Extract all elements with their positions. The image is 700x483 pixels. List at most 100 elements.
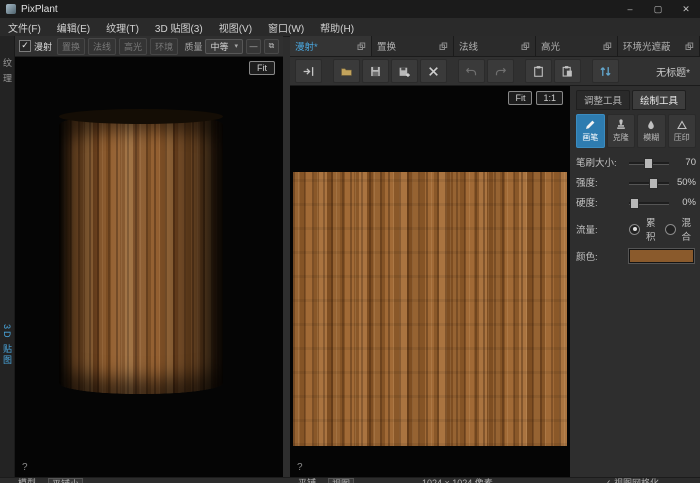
brush-size-row: 笔刷大小: 70 <box>576 155 696 169</box>
flow-blend-label[interactable]: 混合 <box>682 215 692 243</box>
detach-icon <box>603 42 612 51</box>
slider-handle[interactable] <box>630 198 639 209</box>
document-title: 无标题* <box>656 64 695 79</box>
pixplant-window: PixPlant – ▢ ✕ 文件(F) 编辑(E) 纹理(T) 3D 贴图(3… <box>0 0 700 483</box>
flow-accumulate-radio[interactable] <box>629 224 640 235</box>
preview-3d-viewport[interactable]: Fit ? <box>15 57 283 478</box>
sync-arrows-icon <box>599 65 612 78</box>
image-size-status: 1024 × 1024 像素 <box>422 478 493 483</box>
menu-window[interactable]: 窗口(W) <box>260 18 312 36</box>
menu-texture[interactable]: 纹理(T) <box>98 18 147 36</box>
close-map-button[interactable] <box>420 59 447 83</box>
hardness-slider[interactable] <box>629 197 669 208</box>
save-button[interactable] <box>362 59 389 83</box>
paint-tools-row: 画笔 克隆 模糊 压印 <box>576 114 696 148</box>
strength-slider[interactable] <box>629 177 669 188</box>
help-icon-3d[interactable]: ? <box>22 462 28 473</box>
save-as-button[interactable] <box>391 59 418 83</box>
strength-label: 强度: <box>576 175 626 189</box>
slider-handle[interactable] <box>644 158 653 169</box>
map-tab-diffuse[interactable]: 漫射* <box>290 36 372 56</box>
maximize-button[interactable]: ▢ <box>644 0 672 18</box>
flow-row: 流量: 累积 混合 <box>576 215 696 243</box>
collapse-panel-button[interactable]: — <box>246 39 261 54</box>
actual-size-button[interactable]: 1:1 <box>536 91 563 105</box>
window-controls: – ▢ ✕ <box>616 0 700 18</box>
detach-icon <box>521 42 530 51</box>
tools-sidebar: 调整工具 绘制工具 画笔 克隆 模糊 <box>572 86 700 478</box>
map-tab-normal[interactable]: 法线 <box>454 36 536 56</box>
sync-maps-button[interactable] <box>592 59 619 83</box>
redo-icon <box>494 65 507 78</box>
side-tab-texture[interactable]: 纹 理 <box>1 58 14 85</box>
fit-button-3d[interactable]: Fit <box>249 61 275 75</box>
slider-handle[interactable] <box>649 178 658 189</box>
flow-blend-radio[interactable] <box>665 224 676 235</box>
tab-adjust-tools[interactable]: 调整工具 <box>576 90 630 110</box>
brush-icon <box>584 119 596 131</box>
hardness-row: 硬度: 0% <box>576 195 696 209</box>
normal-toggle[interactable]: 法线 <box>88 38 116 55</box>
side-strip: 纹 理 3D 贴图 <box>0 36 15 478</box>
map-toolbar: 无标题* <box>290 57 700 86</box>
model-select[interactable]: 平铺小 <box>48 478 83 483</box>
environment-toggle[interactable]: 环境 <box>150 38 178 55</box>
status-bar: 模型 平铺小 平铺 视图 1024 × 1024 像素 ✓ 视图网格化 <box>0 477 700 483</box>
view-select[interactable]: 视图 <box>328 478 354 483</box>
diffuse-checkbox-label[interactable]: 漫射 <box>34 40 52 53</box>
brush-tool-button[interactable]: 画笔 <box>576 114 605 148</box>
minimize-button[interactable]: – <box>616 0 644 18</box>
app-icon <box>6 4 16 14</box>
emboss-tool-button[interactable]: 压印 <box>668 114 697 148</box>
cylinder-preview <box>59 114 223 394</box>
brush-size-slider[interactable] <box>629 157 669 168</box>
redo-button[interactable] <box>487 59 514 83</box>
model-label: 模型 <box>18 478 36 483</box>
clone-tool-button[interactable]: 克隆 <box>607 114 636 148</box>
close-x-icon <box>427 65 440 78</box>
help-icon-2d[interactable]: ? <box>297 462 303 473</box>
undo-icon <box>465 65 478 78</box>
map-tab-specular[interactable]: 高光 <box>536 36 618 56</box>
quality-select[interactable]: 中等 ▾ <box>205 39 243 54</box>
view-buttons: Fit 1:1 <box>508 91 563 105</box>
clone-stamp-icon <box>615 119 627 131</box>
copy-button[interactable] <box>525 59 552 83</box>
color-swatch[interactable] <box>629 249 694 263</box>
menu-help[interactable]: 帮助(H) <box>312 18 362 36</box>
strength-row: 强度: 50% <box>576 175 696 189</box>
save-icon <box>369 65 382 78</box>
maps-area: 漫射* 置换 法线 高光 环境光遮蔽 <box>290 36 700 478</box>
import-button[interactable] <box>295 59 322 83</box>
open-button[interactable] <box>333 59 360 83</box>
specular-toggle[interactable]: 高光 <box>119 38 147 55</box>
fit-button-2d[interactable]: Fit <box>508 91 532 105</box>
quality-value: 中等 <box>210 40 228 53</box>
menu-3dmaps[interactable]: 3D 贴图(3) <box>147 18 211 36</box>
close-button[interactable]: ✕ <box>672 0 700 18</box>
detach-icon <box>685 42 694 51</box>
undo-button[interactable] <box>458 59 485 83</box>
texture-2d-viewport[interactable]: Fit 1:1 ? <box>290 86 570 478</box>
blur-tool-button[interactable]: 模糊 <box>637 114 666 148</box>
quality-label: 质量 <box>184 40 202 53</box>
brush-size-value: 70 <box>672 157 696 168</box>
map-tab-ao[interactable]: 环境光遮蔽 <box>618 36 700 56</box>
menu-file[interactable]: 文件(F) <box>0 18 49 36</box>
detach-panel-button[interactable]: ⧉ <box>264 39 279 54</box>
paste-button[interactable] <box>554 59 581 83</box>
side-tab-3dmaps[interactable]: 3D 贴图 <box>1 324 14 366</box>
displacement-toggle[interactable]: 置换 <box>57 38 85 55</box>
wood-texture-image <box>293 172 567 446</box>
content-row: Fit 1:1 ? 调整工具 绘制工具 画笔 <box>290 86 700 478</box>
flow-accumulate-label[interactable]: 累积 <box>646 215 656 243</box>
grid-check-icon[interactable]: ✓ <box>604 478 612 483</box>
menu-view[interactable]: 视图(V) <box>211 18 260 36</box>
map-tab-displacement[interactable]: 置换 <box>372 36 454 56</box>
grid-toggle-label[interactable]: 视图网格化 <box>614 478 659 483</box>
tab-paint-tools[interactable]: 绘制工具 <box>632 90 686 110</box>
diffuse-checkbox[interactable]: ✓ <box>19 40 31 52</box>
save-as-icon <box>398 65 411 78</box>
menu-edit[interactable]: 编辑(E) <box>49 18 98 36</box>
color-label: 颜色: <box>576 249 626 263</box>
